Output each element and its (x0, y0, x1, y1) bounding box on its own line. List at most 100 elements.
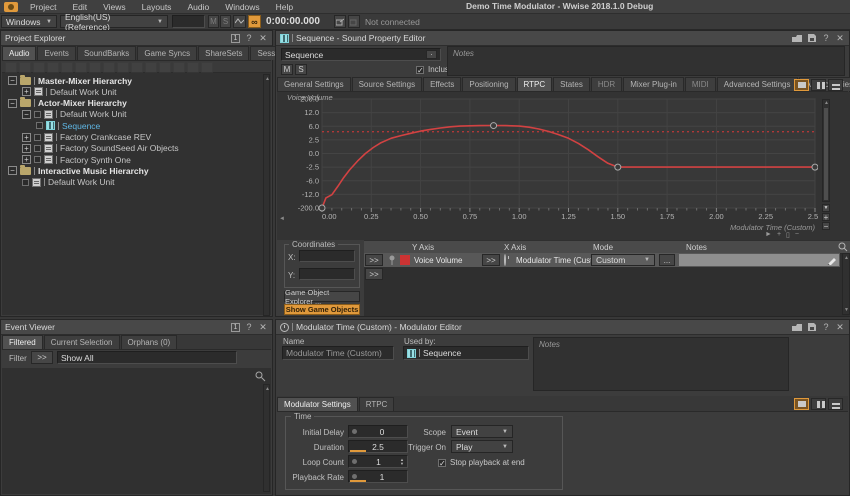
notes-header[interactable]: Notes (686, 243, 707, 252)
row-expand-button[interactable]: >> (482, 254, 500, 266)
tree-toolbar-icon[interactable] (61, 62, 73, 73)
scroll-left-icon[interactable]: ◄ (279, 216, 285, 222)
mode-header[interactable]: Mode (593, 243, 613, 252)
pin-layout-icon[interactable] (791, 323, 803, 332)
tree-toolbar-icon[interactable] (145, 62, 157, 73)
play-cursor-icon[interactable]: ► (765, 231, 772, 239)
trigger-on-combo[interactable]: Play▼ (451, 440, 513, 453)
pin-layout-icon[interactable] (791, 34, 803, 43)
project-explorer-titlebar[interactable]: Project Explorer 1 ? ✕ (1, 31, 272, 46)
save-icon[interactable] (807, 33, 817, 43)
modulator-tab-modulator-settings[interactable]: Modulator Settings (277, 397, 358, 411)
tree-toolbar-icon[interactable] (201, 62, 213, 73)
event-viewer-titlebar[interactable]: Event Viewer 1 ? ✕ (1, 320, 272, 335)
filter-input[interactable]: Show All (57, 351, 237, 364)
tree-item-factory-synth-one[interactable]: +Factory Synth One (22, 154, 131, 165)
filter-expand-button[interactable]: >> (31, 351, 53, 364)
expand-icon[interactable]: + (22, 155, 31, 164)
table-scrollbar[interactable]: ▲ ▼ (842, 253, 850, 315)
event-list-scrollbar[interactable]: ▲ (263, 384, 270, 492)
split-horizontal-view-button[interactable] (828, 79, 843, 91)
mute-button[interactable]: M (208, 15, 219, 28)
curve-color-swatch[interactable] (400, 255, 410, 265)
include-checkbox[interactable] (36, 122, 43, 129)
scroll-down-icon[interactable]: ▼ (822, 204, 830, 212)
add-point-icon[interactable]: + (777, 231, 781, 239)
tree-item-sequence[interactable]: Sequence (36, 120, 100, 131)
property-tab-midi[interactable]: MIDI (685, 77, 716, 91)
collapse-icon[interactable]: − (8, 99, 17, 108)
help-icon[interactable]: ? (821, 33, 831, 43)
split-horizontal-view-button[interactable] (828, 398, 843, 410)
tree-item-default-work-unit[interactable]: +Default Work Unit (22, 86, 116, 97)
close-icon[interactable]: ✕ (258, 33, 268, 43)
language-combo[interactable]: English(US) (Reference)▼ (60, 15, 168, 28)
expand-icon[interactable]: + (22, 144, 31, 153)
tree-item-factory-soundseed-air-objects[interactable]: +Factory SoundSeed Air Objects (22, 143, 179, 154)
menu-windows[interactable]: Windows (217, 2, 267, 12)
graph-scrollbar[interactable]: ▲ (822, 99, 830, 202)
property-tab-general-settings[interactable]: General Settings (277, 77, 351, 91)
tree-toolbar-icon[interactable] (103, 62, 115, 73)
curve-point[interactable] (812, 164, 818, 170)
tree-toolbar-icon[interactable] (19, 62, 31, 73)
remote-platform-button[interactable] (348, 15, 360, 28)
menu-help[interactable]: Help (268, 2, 301, 12)
tree-scrollbar[interactable]: ▲ (263, 74, 270, 316)
explorer-tab-sharesets[interactable]: ShareSets (198, 46, 249, 60)
notes-field[interactable]: Notes (447, 46, 845, 76)
tree-item-default-work-unit[interactable]: −Default Work Unit (22, 109, 126, 120)
event-list[interactable] (2, 368, 271, 494)
viewer-tab-current-selection[interactable]: Current Selection (44, 335, 120, 349)
y-axis-header[interactable]: Y Axis (412, 243, 434, 252)
split-vertical-view-button[interactable] (811, 79, 826, 91)
rtpc-attach-icon[interactable] (352, 429, 357, 434)
modulator-name-input[interactable]: Modulator Time (Custom) (282, 346, 394, 360)
pause-icon[interactable]: ▯ (786, 231, 790, 239)
scroll-up-icon[interactable]: ▲ (265, 76, 270, 82)
include-checkbox[interactable] (34, 145, 41, 152)
y-axis-cell[interactable]: Voice Volume (414, 256, 462, 265)
property-tab-states[interactable]: States (553, 77, 590, 91)
row-expand-button[interactable]: >> (365, 254, 383, 266)
playback-rate-input[interactable]: 1 (348, 470, 408, 483)
tree-toolbar-icon[interactable] (5, 62, 17, 73)
help-icon[interactable]: ? (244, 33, 254, 43)
help-icon[interactable]: ? (244, 322, 254, 332)
remove-point-icon[interactable]: − (795, 231, 799, 239)
tree-toolbar-icon[interactable] (159, 62, 171, 73)
menu-audio[interactable]: Audio (179, 2, 217, 12)
rtpc-curve-chart[interactable]: 200.012.06.02.50.0-2.5-6.0-12.0-200.00.0… (277, 92, 818, 240)
follow-capture-button[interactable] (233, 15, 246, 28)
property-tab-mixer-plug-in[interactable]: Mixer Plug-in (623, 77, 684, 91)
tree-item-actor-mixer-hierarchy[interactable]: −Actor-Mixer Hierarchy (8, 98, 127, 109)
tree-item-master-mixer-hierarchy[interactable]: −Master-Mixer Hierarchy (8, 75, 132, 86)
save-icon[interactable] (807, 322, 817, 332)
pin-icon[interactable] (388, 255, 396, 265)
show-game-objects-button[interactable]: Show Game Objects (284, 304, 360, 315)
explorer-tab-soundbanks[interactable]: SoundBanks (77, 46, 136, 60)
name-options-button[interactable]: · (426, 50, 437, 59)
tree-item-factory-crankcase-rev[interactable]: +Factory Crankcase REV (22, 132, 151, 143)
explorer-tab-events[interactable]: Events (37, 46, 75, 60)
row-notes-cell[interactable] (679, 254, 839, 266)
zoom-out-icon[interactable]: − (822, 222, 830, 230)
mode-more-button[interactable]: ... (659, 254, 675, 266)
search-icon[interactable] (255, 371, 266, 382)
transport-item-field[interactable] (172, 15, 205, 28)
close-icon[interactable]: ✕ (835, 322, 845, 332)
rtpc-attach-icon[interactable] (352, 474, 357, 479)
curve-point[interactable] (615, 164, 621, 170)
solo-button[interactable]: S (295, 64, 307, 75)
viewer-tab-orphans-0-[interactable]: Orphans (0) (121, 335, 178, 349)
object-name-input[interactable]: Sequence · (281, 48, 441, 61)
scroll-up-icon[interactable]: ▲ (265, 386, 270, 392)
solo-button[interactable]: S (220, 15, 231, 28)
property-tab-rtpc[interactable]: RTPC (517, 77, 553, 91)
loop-playback-button[interactable]: ∞ (248, 15, 261, 28)
row-expand-button[interactable]: >> (365, 268, 383, 280)
curve-point[interactable] (319, 205, 325, 211)
tree-toolbar-icon[interactable] (75, 62, 87, 73)
modulator-editor-titlebar[interactable]: Modulator Time (Custom) - Modulator Edit… (276, 320, 849, 335)
include-checkbox[interactable] (34, 134, 41, 141)
